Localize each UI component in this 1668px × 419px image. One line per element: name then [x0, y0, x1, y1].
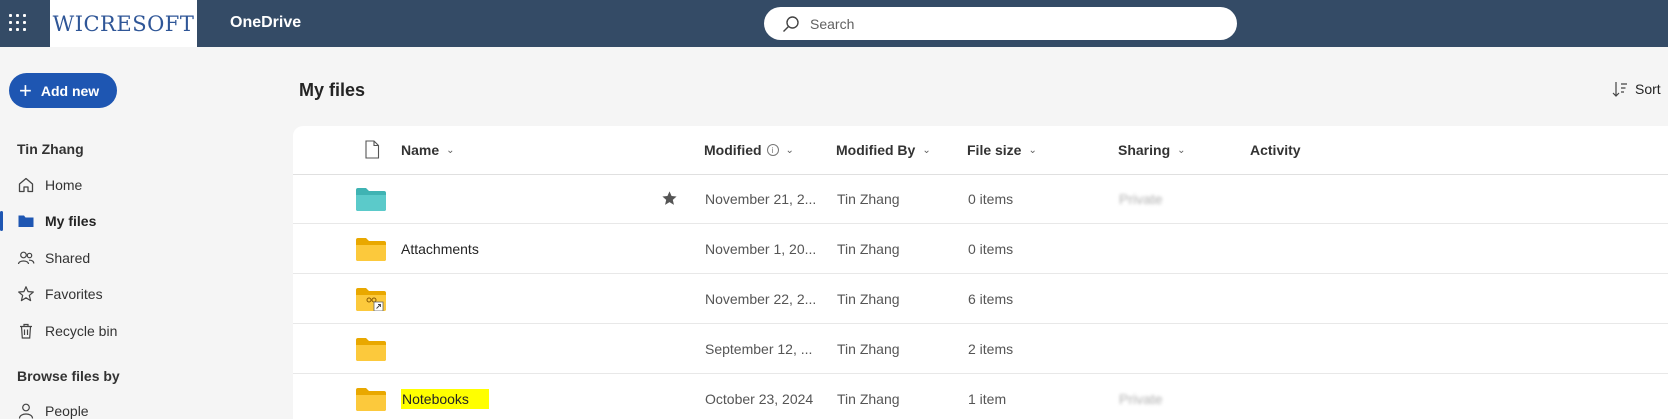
modified-by[interactable]: Tin Zhang [837, 291, 900, 307]
user-name: Tin Zhang [17, 141, 84, 157]
table-row[interactable]: November 21, 2... Tin Zhang 0 items Priv… [293, 175, 1668, 224]
highlighted-name: Notebooks [401, 389, 489, 409]
column-activity-label: Activity [1250, 142, 1301, 158]
chevron-down-icon: ⌄ [1028, 144, 1037, 156]
sidebar-item-home[interactable]: Home [17, 173, 82, 197]
top-bar: WICRESOFT OneDrive [0, 0, 1668, 47]
file-size: 0 items [968, 241, 1014, 257]
brand-logo[interactable]: WICRESOFT [50, 0, 197, 47]
people-icon [17, 251, 35, 265]
search-box[interactable] [764, 7, 1237, 40]
add-new-label: Add new [40, 82, 100, 99]
shared-folder-icon [356, 288, 386, 311]
folder-icon [356, 338, 386, 361]
chevron-down-icon: ⌄ [446, 144, 455, 156]
sidebar-item-my-files[interactable]: My files [17, 209, 96, 233]
sort-label: Sort [1635, 81, 1661, 97]
info-icon[interactable]: i [766, 144, 779, 156]
sort-icon [1612, 82, 1627, 97]
modified-by[interactable]: Tin Zhang [837, 191, 900, 207]
active-indicator [0, 211, 3, 231]
page-title: My files [299, 80, 366, 100]
modified-date: November 1, 20... [705, 241, 817, 257]
file-size: 0 items [968, 191, 1014, 207]
favorite-star-icon[interactable] [661, 190, 678, 207]
person-icon [18, 403, 34, 419]
table-row[interactable]: September 12, ... Tin Zhang 2 items [293, 325, 1668, 374]
chevron-down-icon: ⌄ [785, 144, 794, 156]
modified-date: September 12, ... [705, 341, 813, 357]
column-file-size[interactable]: File size ⌄ [967, 142, 1037, 158]
sidebar-item-label: Favorites [45, 286, 103, 302]
sharing-status[interactable]: Private [1119, 391, 1163, 407]
table-row[interactable]: Attachments November 1, 20... Tin Zhang … [293, 225, 1668, 274]
file-size: 1 item [968, 391, 1007, 407]
column-activity[interactable]: Activity [1250, 142, 1301, 158]
folder-icon [356, 238, 386, 261]
column-header-row: Name ⌄ Modified i ⌄ Modified By ⌄ File size ⌄… [293, 126, 1668, 175]
home-icon [18, 177, 34, 193]
modified-date: October 23, 2024 [705, 391, 814, 407]
browse-heading: Browse files by [17, 368, 120, 384]
sidebar-item-people[interactable]: People [17, 399, 89, 419]
sharing-status[interactable]: Private [1119, 191, 1163, 207]
column-sharing-label: Sharing [1118, 142, 1171, 158]
app-name[interactable]: OneDrive [230, 14, 301, 32]
chevron-down-icon: ⌄ [1177, 144, 1186, 156]
file-name[interactable]: Notebooks [401, 389, 489, 409]
column-modified[interactable]: Modified i ⌄ [704, 142, 794, 158]
modified-by[interactable]: Tin Zhang [837, 391, 900, 407]
sidebar-item-shared[interactable]: Shared [17, 246, 90, 270]
search-icon [783, 15, 799, 32]
column-modified-by-label: Modified By [836, 142, 916, 158]
sort-button[interactable]: Sort [1611, 80, 1661, 98]
modified-date: November 21, 2... [705, 191, 817, 207]
modified-date: November 22, 2... [705, 291, 817, 307]
file-list: Name ⌄ Modified i ⌄ Modified By ⌄ File size ⌄… [293, 126, 1668, 419]
sidebar-item-label: People [45, 403, 89, 419]
column-name-label: Name [401, 142, 440, 158]
star-icon [18, 286, 34, 302]
plus-icon: + [19, 77, 32, 103]
sidebar-item-label: Shared [45, 250, 91, 266]
folder-icon [356, 188, 386, 211]
trash-icon [20, 323, 32, 339]
sidebar-item-label: My files [45, 213, 97, 229]
column-name[interactable]: Name ⌄ [401, 142, 455, 158]
sidebar-item-label: Recycle bin [45, 323, 118, 339]
table-row[interactable]: Notebooks October 23, 2024 Tin Zhang 1 i… [293, 375, 1668, 419]
search-input[interactable] [810, 15, 1210, 32]
folder-icon [18, 215, 34, 227]
file-name[interactable]: Attachments [401, 241, 479, 257]
modified-by[interactable]: Tin Zhang [837, 341, 900, 357]
column-modified-label: Modified [704, 142, 762, 158]
file-size: 2 items [968, 341, 1014, 357]
file-type-icon[interactable] [364, 140, 380, 159]
chevron-down-icon: ⌄ [922, 144, 931, 156]
brand-text: WICRESOFT [52, 11, 195, 36]
sidebar-item-label: Home [45, 177, 83, 193]
column-file-size-label: File size [967, 142, 1022, 158]
app-launcher-icon[interactable] [8, 13, 28, 33]
folder-icon [356, 388, 386, 411]
sidebar-item-favorites[interactable]: Favorites [17, 282, 103, 306]
modified-by[interactable]: Tin Zhang [837, 241, 900, 257]
column-modified-by[interactable]: Modified By ⌄ [836, 142, 931, 158]
add-new-button[interactable]: + Add new [9, 73, 117, 108]
column-sharing[interactable]: Sharing ⌄ [1118, 142, 1186, 158]
file-size: 6 items [968, 291, 1014, 307]
table-row[interactable]: November 22, 2... Tin Zhang 6 items [293, 275, 1668, 324]
sidebar-item-recycle-bin[interactable]: Recycle bin [17, 319, 117, 343]
